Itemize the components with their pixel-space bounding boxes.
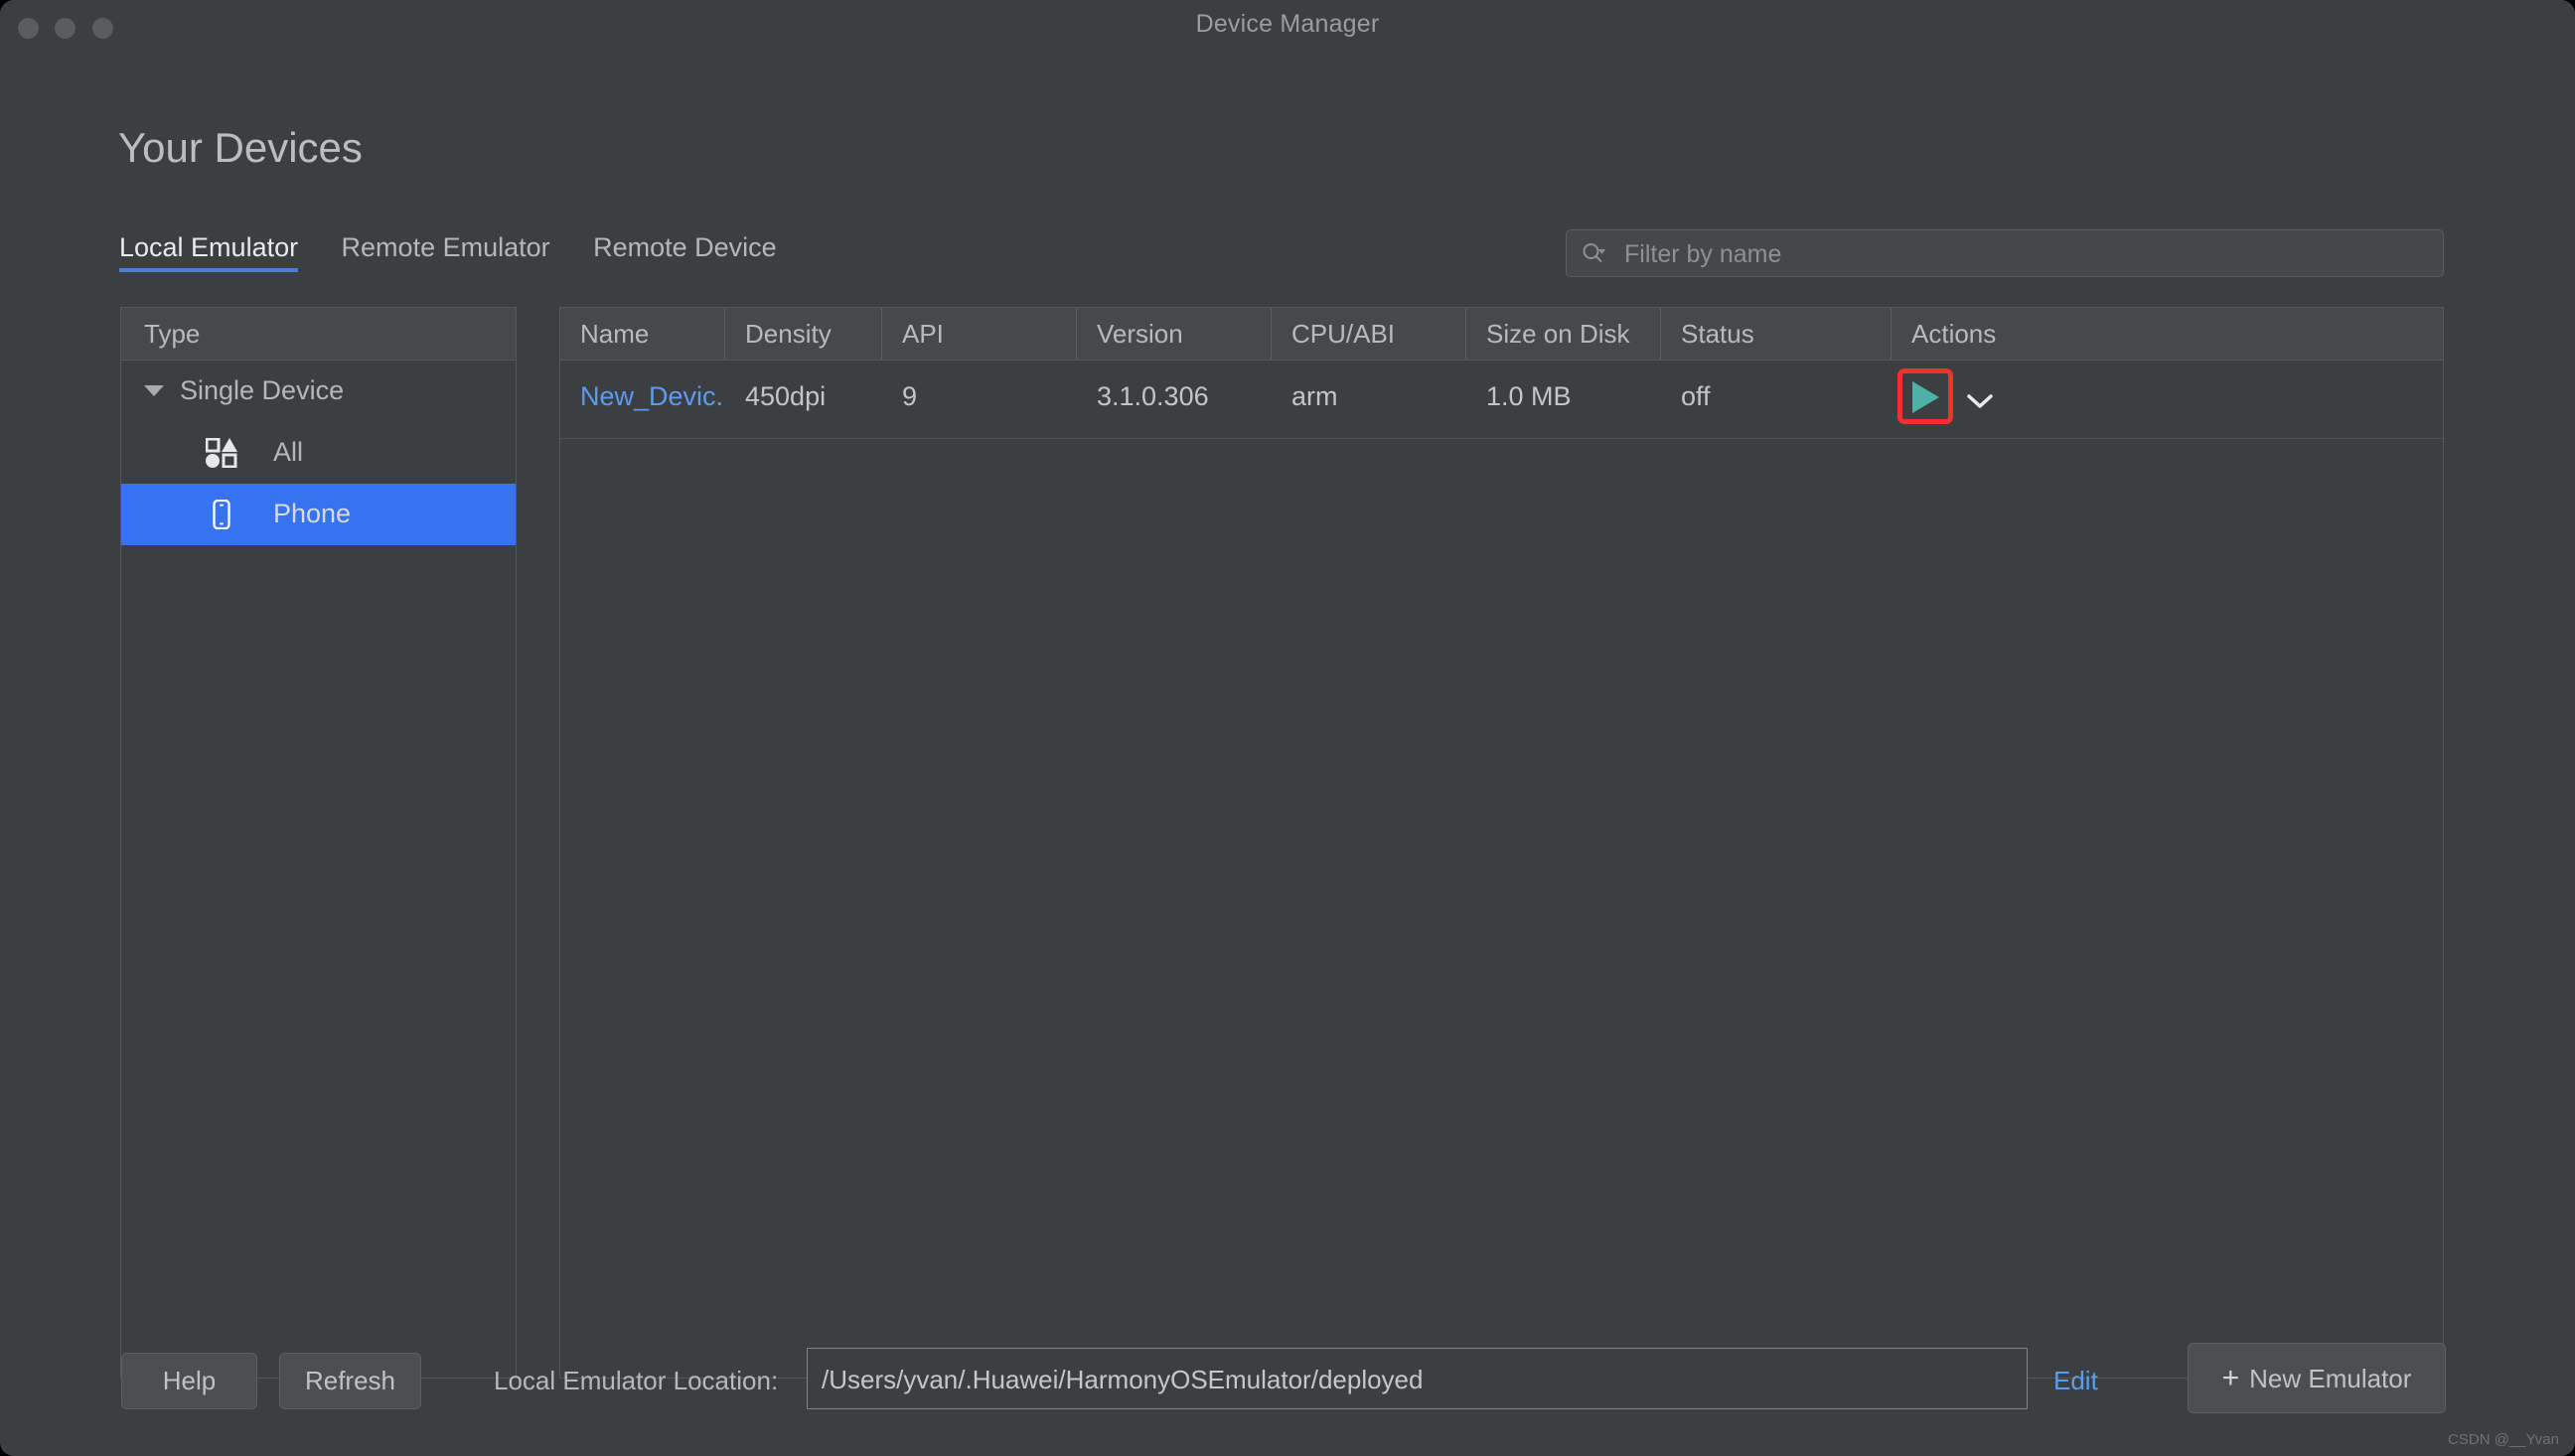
local-emulator-location-input[interactable]: /Users/yvan/.Huawei/HarmonyOSEmulator/de… — [807, 1348, 2028, 1409]
table-row[interactable]: New_Devic... 450dpi 9 3.1.0.306 arm 1.0 … — [560, 361, 2443, 439]
tab-remote-emulator[interactable]: Remote Emulator — [342, 232, 550, 272]
column-header-name[interactable]: Name — [560, 308, 725, 360]
plus-icon: + — [2221, 1362, 2240, 1394]
cell-status: off — [1681, 381, 1711, 411]
sidebar-group-label: Single Device — [180, 375, 345, 405]
column-header-density[interactable]: Density — [725, 308, 882, 360]
column-header-size-on-disk[interactable]: Size on Disk — [1466, 308, 1661, 360]
tab-local-emulator[interactable]: Local Emulator — [119, 232, 299, 272]
refresh-button[interactable]: Refresh — [279, 1353, 421, 1409]
chevron-down-icon[interactable] — [144, 385, 164, 396]
column-header-status[interactable]: Status — [1661, 308, 1892, 360]
sidebar-item-phone[interactable]: Phone — [121, 484, 516, 545]
page-title: Your Devices — [118, 124, 363, 171]
edit-link[interactable]: Edit — [2053, 1366, 2098, 1396]
search-placeholder: Filter by name — [1624, 240, 1782, 268]
help-button[interactable]: Help — [121, 1353, 257, 1409]
phone-icon — [206, 499, 237, 530]
local-emulator-location-label: Local Emulator Location: — [494, 1366, 779, 1395]
tab-remote-device[interactable]: Remote Device — [593, 232, 777, 272]
column-header-actions[interactable]: Actions — [1892, 308, 2443, 360]
column-header-cpu-abi[interactable]: CPU/ABI — [1272, 308, 1466, 360]
cell-api: 9 — [902, 381, 918, 411]
new-emulator-label: New Emulator — [2249, 1364, 2412, 1393]
sidebar-group-single-device[interactable]: Single Device — [121, 361, 516, 422]
type-sidebar: Type Single Device All Phone — [120, 307, 517, 1379]
type-column-header: Type — [121, 308, 516, 361]
window-title: Device Manager — [1195, 10, 1380, 38]
table-header-row: Name Density API Version CPU/ABI Size on… — [560, 308, 2443, 361]
local-emulator-location-value: /Users/yvan/.Huawei/HarmonyOSEmulator/de… — [822, 1365, 1424, 1394]
all-devices-icon — [205, 437, 237, 469]
sidebar-item-phone-label: Phone — [273, 499, 352, 528]
search-icon — [1581, 241, 1606, 267]
tab-bar: Local Emulator Remote Emulator Remote De… — [119, 232, 816, 274]
cell-version: 3.1.0.306 — [1097, 381, 1209, 411]
title-bar: Device Manager — [0, 0, 2575, 53]
search-input[interactable]: Filter by name — [1566, 229, 2444, 277]
new-emulator-button[interactable]: + New Emulator — [2188, 1343, 2446, 1413]
column-header-version[interactable]: Version — [1077, 308, 1272, 360]
column-header-api[interactable]: API — [882, 308, 1077, 360]
device-manager-window: Device Manager Your Devices Local Emulat… — [0, 0, 2575, 1456]
cell-cpu-abi: arm — [1291, 381, 1338, 411]
chevron-down-icon[interactable] — [1967, 385, 1993, 408]
run-icon[interactable] — [1912, 381, 1939, 413]
watermark: CSDN @__Yvan — [2448, 1431, 2559, 1448]
type-header-label: Type — [144, 319, 201, 349]
cell-size-on-disk: 1.0 MB — [1486, 381, 1572, 411]
cell-density: 450dpi — [745, 381, 827, 411]
cell-device-name[interactable]: New_Devic... — [560, 361, 725, 438]
cell-actions — [1892, 361, 2443, 438]
sidebar-item-all-label: All — [273, 437, 304, 467]
sidebar-item-all[interactable]: All — [121, 422, 516, 484]
device-table: Name Density API Version CPU/ABI Size on… — [559, 307, 2444, 1379]
table-body: New_Devic... 450dpi 9 3.1.0.306 arm 1.0 … — [560, 361, 2443, 439]
